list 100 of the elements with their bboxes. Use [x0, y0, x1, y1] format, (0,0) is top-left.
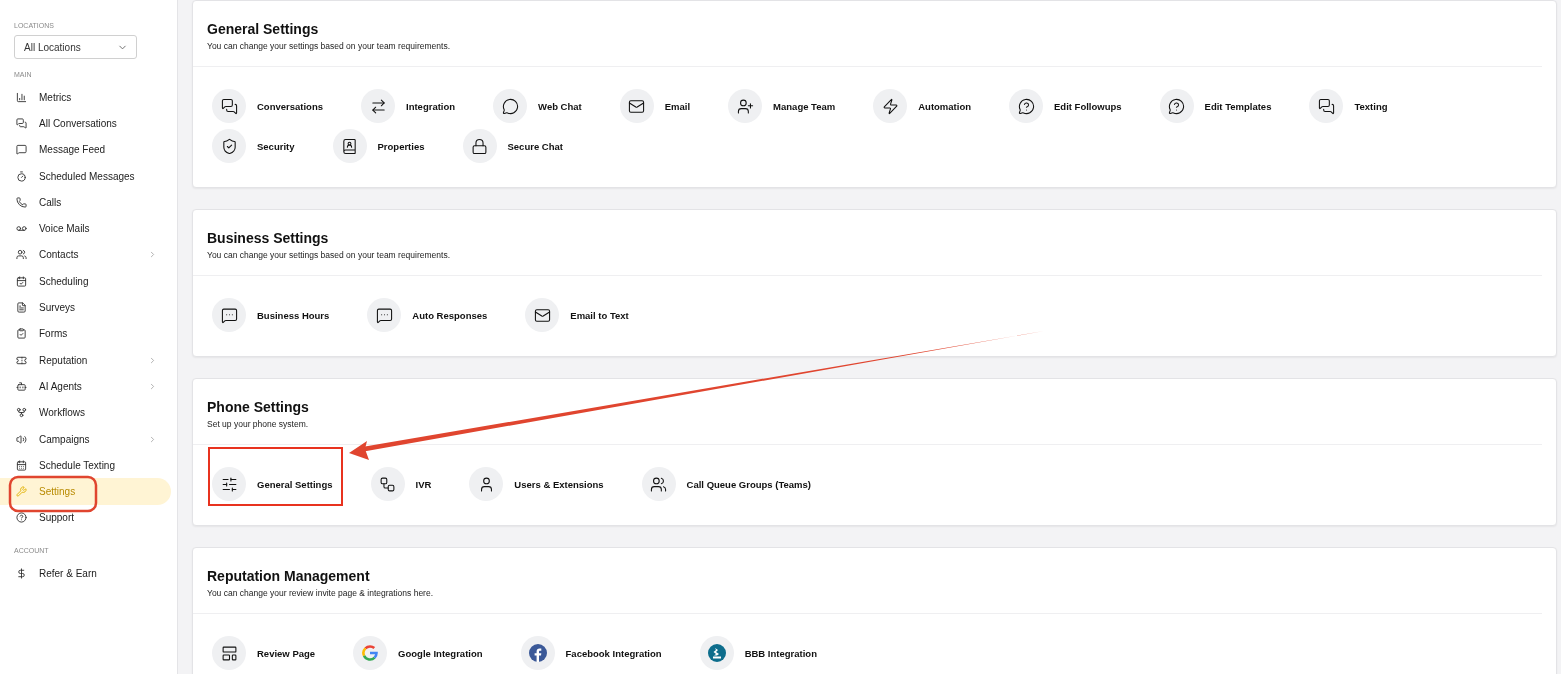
settings-link[interactable]: Secure Chat: [507, 140, 563, 152]
card-title: Business Settings: [207, 230, 330, 246]
shield-check-icon: [220, 137, 238, 155]
card-subtitle: Set up your phone system.: [207, 419, 310, 429]
icon-circle[interactable]: [728, 89, 763, 123]
nav-item[interactable]: Reputation: [0, 346, 171, 374]
settings-link[interactable]: Edit Followups: [1054, 100, 1122, 112]
chat-bubbles-icon: [1317, 97, 1335, 115]
lightning-icon: [881, 97, 899, 115]
settings-link[interactable]: Google Integration: [398, 647, 483, 659]
nav-item[interactable]: Scheduling: [0, 268, 171, 295]
nav-item[interactable]: Support: [0, 504, 171, 532]
icon-circle[interactable]: [1309, 89, 1344, 123]
icon-circle[interactable]: [1009, 89, 1043, 123]
settings-link[interactable]: Review Page: [257, 647, 316, 659]
nav-icon: [16, 459, 27, 471]
arrows-icon: [369, 97, 387, 115]
settings-link[interactable]: General Settings: [257, 478, 333, 490]
nav-icon: [16, 328, 27, 340]
settings-link[interactable]: Security: [257, 140, 295, 152]
nav-item[interactable]: Contacts: [0, 241, 171, 269]
settings-link[interactable]: Auto Responses: [412, 309, 488, 321]
icon-circle[interactable]: [370, 467, 405, 501]
users-icon: [650, 475, 668, 493]
icon-circle[interactable]: [212, 467, 246, 501]
settings-link[interactable]: Email: [664, 100, 691, 112]
settings-link[interactable]: Conversations: [257, 100, 323, 112]
icon-circle[interactable]: [469, 467, 504, 501]
nav-item[interactable]: Campaigns: [0, 425, 171, 453]
settings-link[interactable]: Texting: [1354, 100, 1388, 112]
nav-item[interactable]: Voice Mails: [0, 215, 171, 242]
settings-link[interactable]: Facebook Integration: [565, 647, 662, 659]
settings-link[interactable]: Integration: [406, 100, 456, 112]
icon-circle[interactable]: [493, 89, 528, 123]
settings-link[interactable]: Users & Extensions: [514, 478, 604, 490]
icon-circle[interactable]: [212, 298, 246, 332]
nav-icon: [16, 144, 27, 156]
nav-item[interactable]: Message Feed: [0, 136, 171, 163]
chat-bubbles-icon: [220, 97, 238, 115]
icon-circle[interactable]: [525, 298, 560, 332]
nav-item[interactable]: Schedule Texting: [0, 452, 171, 479]
card-title: General Settings: [207, 21, 320, 37]
settings-link[interactable]: Business Hours: [257, 309, 330, 321]
icon-circle[interactable]: [462, 129, 497, 163]
icon-circle[interactable]: [1159, 89, 1194, 123]
nav-item[interactable]: AI Agents: [0, 373, 171, 400]
nav-icon: [16, 196, 27, 208]
torch-logo-icon: [707, 644, 726, 662]
nav-icon: [16, 380, 27, 392]
icon-circle[interactable]: [873, 89, 908, 123]
nav-icon: [16, 512, 27, 524]
nav-icon: [16, 170, 27, 182]
nav-icon: [16, 433, 27, 445]
settings-link[interactable]: Web Chat: [538, 100, 582, 112]
nav-item[interactable]: Surveys: [0, 294, 171, 321]
nav-item[interactable]: Refer & Earn: [0, 560, 171, 587]
question-bubble-icon: [1168, 97, 1186, 115]
nav-item[interactable]: Forms: [0, 320, 171, 347]
card-title: Reputation Management: [207, 568, 371, 584]
question-bubble-icon: [1017, 97, 1035, 115]
icon-circle[interactable]: [641, 467, 676, 501]
settings-link[interactable]: Email to Text: [570, 309, 629, 321]
icon-circle[interactable]: [212, 636, 246, 670]
nav-item[interactable]: Metrics: [0, 84, 171, 111]
nav-icon: [16, 302, 27, 313]
nav-icon: [16, 117, 27, 129]
settings-link[interactable]: Automation: [918, 100, 971, 112]
settings-link[interactable]: BBB Integration: [744, 647, 817, 659]
card-subtitle: You can change your review invite page & integrations here.: [207, 588, 435, 598]
settings-link[interactable]: Properties: [377, 140, 425, 152]
icon-circle[interactable]: [520, 636, 555, 670]
settings-link[interactable]: Edit Templates: [1204, 100, 1272, 112]
card-subtitle: You can change your settings based on your team requirements.: [207, 41, 452, 51]
facebook-logo-icon: [528, 644, 547, 662]
settings-link[interactable]: IVR: [415, 478, 432, 490]
page-layout-icon: [220, 644, 238, 662]
card-subtitle: You can change your settings based on your team requirements.: [207, 250, 452, 260]
lock-icon: [471, 137, 488, 155]
card-title: Phone Settings: [207, 399, 310, 415]
nav-icon: [16, 91, 27, 103]
nav-item[interactable]: Calls: [0, 189, 171, 216]
message-bubble-icon: [220, 306, 238, 324]
chat-bubble-icon: [501, 97, 519, 115]
nav-item[interactable]: Scheduled Messages: [0, 162, 171, 190]
icon-circle[interactable]: [212, 129, 246, 163]
message-bubble-icon: [375, 306, 393, 324]
settings-link[interactable]: Manage Team: [773, 100, 836, 112]
nav-icon: [16, 486, 27, 498]
user-plus-icon: [736, 97, 754, 115]
settings-link[interactable]: Call Queue Groups (Teams): [686, 478, 811, 490]
envelope-icon: [533, 306, 551, 324]
icon-circle[interactable]: [212, 89, 246, 123]
icon-circle[interactable]: [332, 129, 367, 163]
nav-item[interactable]: All Conversations: [0, 110, 171, 137]
icon-circle[interactable]: [367, 298, 402, 332]
nav-item[interactable]: Workflows: [0, 399, 171, 426]
location-select[interactable]: All Locations: [14, 35, 137, 59]
icon-circle[interactable]: [619, 89, 654, 123]
nav-icon: [16, 567, 27, 579]
google-logo-icon: [361, 644, 380, 662]
